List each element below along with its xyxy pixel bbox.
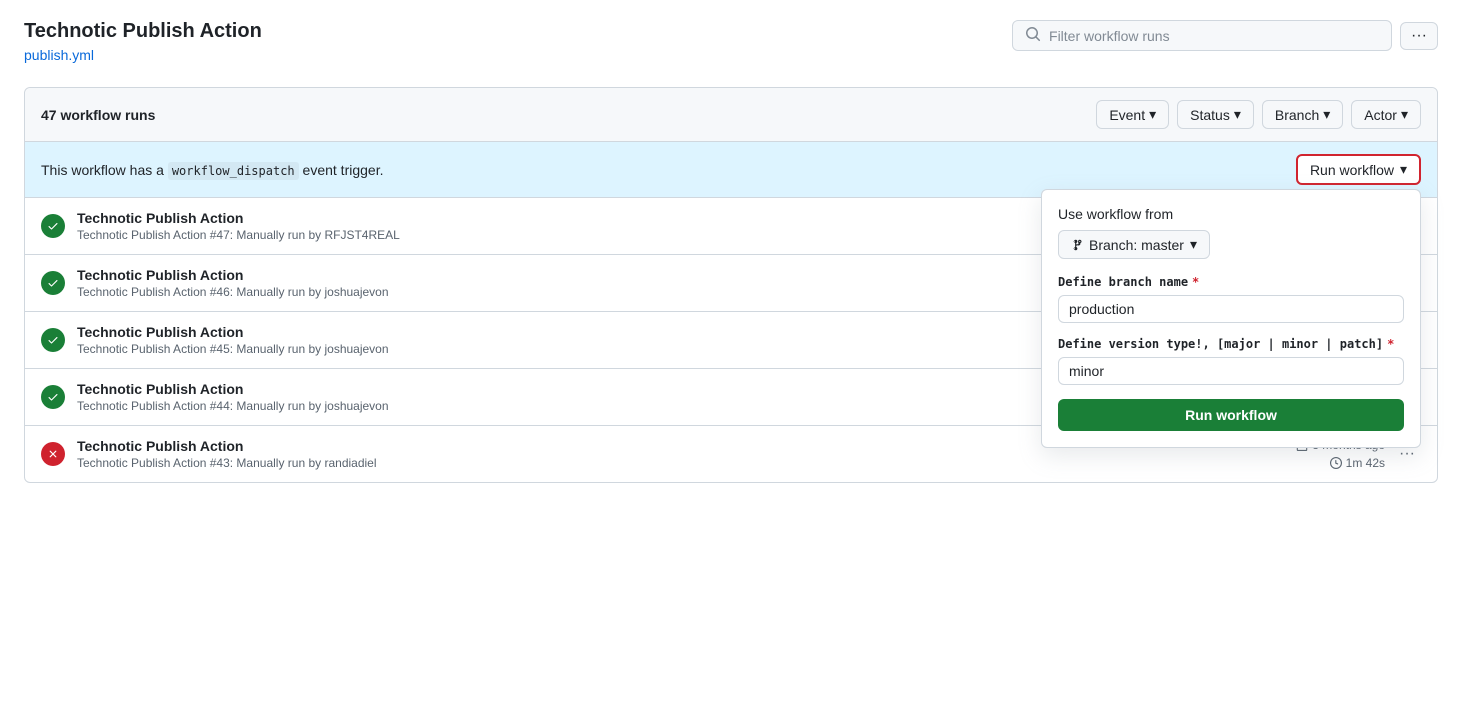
run-workflow-wrapper: Run workflow ▾ Use workflow from Branch:… bbox=[1296, 154, 1421, 185]
status-filter-label: Status bbox=[1190, 107, 1230, 123]
actor-filter-label: Actor bbox=[1364, 107, 1397, 123]
actor-chevron-icon: ▾ bbox=[1401, 106, 1408, 123]
status-filter-button[interactable]: Status ▾ bbox=[1177, 100, 1254, 129]
branch-filter-label: Branch bbox=[1275, 107, 1319, 123]
event-filter-button[interactable]: Event ▾ bbox=[1096, 100, 1169, 129]
run-workflow-chevron-icon: ▾ bbox=[1400, 161, 1407, 178]
dispatch-text-after: event trigger. bbox=[303, 162, 384, 178]
dispatch-banner: This workflow has a workflow_dispatch ev… bbox=[25, 142, 1437, 198]
branch-selector-chevron: ▾ bbox=[1190, 236, 1197, 253]
search-input[interactable] bbox=[1049, 28, 1379, 44]
runs-count: 47 workflow runs bbox=[41, 107, 155, 123]
run-status-success-icon bbox=[41, 328, 65, 352]
run-status-success-icon bbox=[41, 271, 65, 295]
page: Technotic Publish Action publish.yml ···… bbox=[0, 0, 1462, 726]
runs-toolbar: 47 workflow runs Event ▾ Status ▾ Branch… bbox=[25, 88, 1437, 142]
branch-selector-button[interactable]: Branch: master ▾ bbox=[1058, 230, 1210, 259]
status-chevron-icon: ▾ bbox=[1234, 106, 1241, 123]
run-subtitle: Technotic Publish Action #43: Manually r… bbox=[77, 456, 1296, 470]
version-field-input[interactable] bbox=[1058, 357, 1404, 385]
run-status-success-icon bbox=[41, 385, 65, 409]
event-filter-label: Event bbox=[1109, 107, 1145, 123]
workflow-file-link[interactable]: publish.yml bbox=[24, 47, 94, 63]
header-left: Technotic Publish Action publish.yml bbox=[24, 20, 262, 63]
version-required-star: * bbox=[1387, 337, 1394, 351]
search-icon bbox=[1025, 26, 1041, 45]
run-duration: 1m 42s bbox=[1346, 456, 1385, 470]
more-options-button[interactable]: ··· bbox=[1400, 22, 1438, 50]
branch-field-label: Define branch name * bbox=[1058, 275, 1404, 289]
run-duration-row: 1m 42s bbox=[1330, 456, 1385, 470]
toolbar-filters: Event ▾ Status ▾ Branch ▾ Actor ▾ bbox=[1096, 100, 1421, 129]
branch-chevron-icon: ▾ bbox=[1323, 106, 1330, 123]
event-chevron-icon: ▾ bbox=[1149, 106, 1156, 123]
branch-required-star: * bbox=[1192, 275, 1199, 289]
branch-selector-label: Branch: master bbox=[1089, 237, 1184, 253]
run-workflow-submit-button[interactable]: Run workflow bbox=[1058, 399, 1404, 431]
run-status-success-icon bbox=[41, 214, 65, 238]
branch-filter-button[interactable]: Branch ▾ bbox=[1262, 100, 1343, 129]
run-workflow-button[interactable]: Run workflow ▾ bbox=[1296, 154, 1421, 185]
page-title: Technotic Publish Action bbox=[24, 20, 262, 43]
dispatch-code: workflow_dispatch bbox=[168, 162, 299, 180]
runs-container: 47 workflow runs Event ▾ Status ▾ Branch… bbox=[24, 87, 1438, 483]
use-workflow-from-label: Use workflow from bbox=[1058, 206, 1404, 222]
header-right: ··· bbox=[1012, 20, 1438, 51]
actor-filter-button[interactable]: Actor ▾ bbox=[1351, 100, 1421, 129]
run-workflow-label: Run workflow bbox=[1310, 162, 1394, 178]
header: Technotic Publish Action publish.yml ··· bbox=[24, 20, 1438, 63]
run-workflow-panel: Use workflow from Branch: master ▾ Defin… bbox=[1041, 189, 1421, 448]
search-box bbox=[1012, 20, 1392, 51]
branch-field-input[interactable] bbox=[1058, 295, 1404, 323]
more-options-icon: ··· bbox=[1411, 27, 1427, 44]
dispatch-text-before: This workflow has a bbox=[41, 162, 164, 178]
version-field-label: Define version type!, [major | minor | p… bbox=[1058, 337, 1404, 351]
run-status-failure-icon bbox=[41, 442, 65, 466]
dispatch-text: This workflow has a workflow_dispatch ev… bbox=[41, 162, 383, 178]
